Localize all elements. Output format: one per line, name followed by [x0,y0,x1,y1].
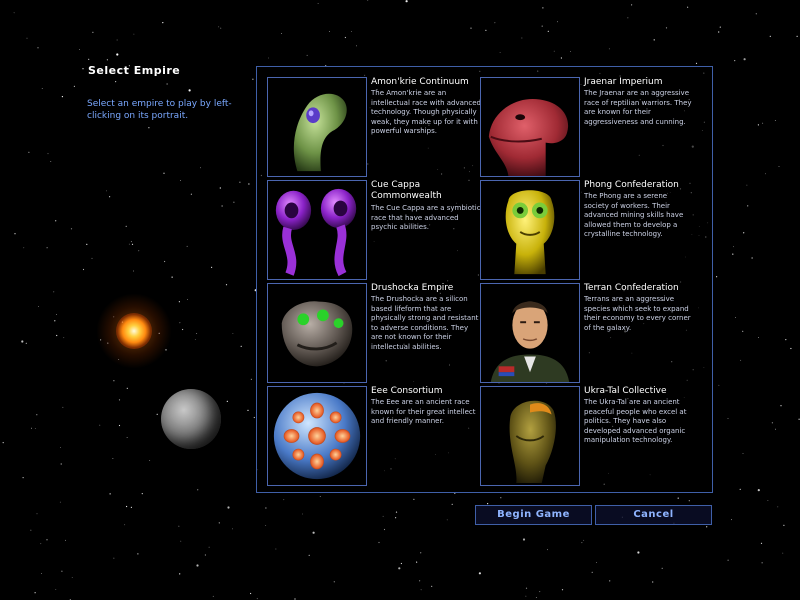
empire-card-eee[interactable]: Eee Consortium The Eee are an ancient ra… [267,386,477,486]
empire-card-jraenar[interactable]: Jraenar Imperium The Jraenar are an aggr… [480,77,692,177]
empire-description: The Cue Cappa are a symbiotic race that … [371,204,481,232]
empire-card-amonkrie[interactable]: Amon'krie Continuum The Amon'krie are an… [267,77,481,177]
eee-portrait-icon [268,387,366,485]
empire-name: Phong Confederation [584,180,679,190]
phong-portrait-icon [481,181,579,279]
amonkrie-portrait-icon [268,78,366,176]
empire-description: The Amon'krie are an intellectual race w… [371,89,481,136]
empire-name: Terran Confederation [584,283,679,293]
empire-portrait-drushocka[interactable] [267,283,367,383]
sun-icon [116,313,152,349]
planet-icon [161,389,221,449]
empire-description: The Jraenar are an aggressive race of re… [584,89,692,126]
empire-portrait-cuecappa[interactable] [267,180,367,280]
empire-name: Amon'krie Continuum [371,77,469,87]
empire-description: The Drushocka are a silicon based lifefo… [371,295,479,351]
terran-portrait-icon [481,284,579,382]
empire-description: Terrans are an aggressive species which … [584,295,691,332]
drushocka-portrait-icon [268,284,366,382]
empire-selection-panel: Amon'krie Continuum The Amon'krie are an… [256,66,713,493]
cancel-button[interactable]: Cancel [595,505,712,525]
empire-description: The Eee are an ancient race known for th… [371,398,476,426]
cuecappa-portrait-icon [268,181,366,279]
empire-portrait-terran[interactable] [480,283,580,383]
empire-description: The Phong are a serene society of worker… [584,192,684,239]
empire-card-drushocka[interactable]: Drushocka Empire The Drushocka are a sil… [267,283,478,383]
empire-name: Drushocka Empire [371,283,454,293]
empire-name: Cue Cappa Commonwealth [371,180,442,201]
instructions-text: Select an empire to play by left-clickin… [87,99,232,121]
empire-name: Jraenar Imperium [584,77,663,87]
empire-portrait-jraenar[interactable] [480,77,580,177]
empire-portrait-ukratal[interactable] [480,386,580,486]
empire-card-terran[interactable]: Terran Confederation Terrans are an aggr… [480,283,691,383]
empire-portrait-phong[interactable] [480,180,580,280]
page-title: Select Empire [88,64,181,77]
empire-portrait-amonkrie[interactable] [267,77,367,177]
empire-name: Ukra-Tal Collective [584,386,667,396]
empire-card-cuecappa[interactable]: Cue Cappa Commonwealth The Cue Cappa are… [267,180,481,280]
empire-portrait-eee[interactable] [267,386,367,486]
empire-card-ukratal[interactable]: Ukra-Tal Collective The Ukra-Tal are an … [480,386,690,486]
empire-name: Eee Consortium [371,386,443,396]
ukratal-portrait-icon [481,387,579,485]
empire-description: The Ukra-Tal are an ancient peaceful peo… [584,398,687,445]
jraenar-portrait-icon [481,78,579,176]
empire-card-phong[interactable]: Phong Confederation The Phong are a sere… [480,180,690,280]
begin-game-button[interactable]: Begin Game [475,505,592,525]
